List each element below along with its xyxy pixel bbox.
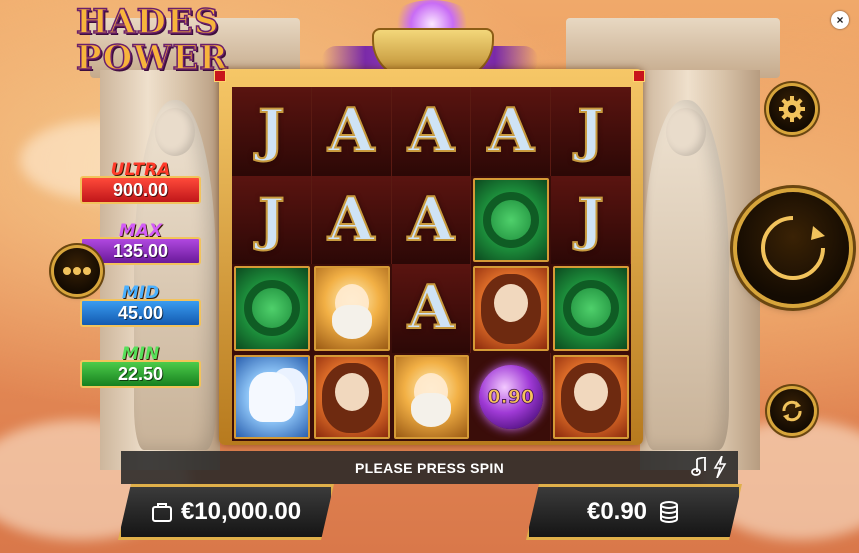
symbol-letter-j: J bbox=[232, 87, 312, 176]
frame-corner-left bbox=[214, 70, 226, 82]
snake-icon bbox=[563, 280, 620, 337]
jackpot-ultra: ULTRA 900.00 bbox=[80, 160, 201, 204]
jackpot-max-box: 135.00 bbox=[80, 237, 201, 265]
symbol-letter-a: A bbox=[391, 264, 472, 353]
bet-amount: €0.90 bbox=[586, 498, 648, 525]
dots-menu-icon bbox=[63, 267, 91, 275]
symbol-letter-a: A bbox=[471, 87, 552, 176]
symbol-letter-text: A bbox=[407, 184, 456, 255]
symbol-letter-text: J bbox=[576, 186, 604, 253]
symbol-letter-text: J bbox=[576, 98, 604, 165]
snake-icon bbox=[483, 191, 540, 248]
orb-icon: 0.90 bbox=[478, 364, 543, 429]
jackpot-max-value: 135.00 bbox=[112, 240, 169, 261]
symbol-letter-a: A bbox=[391, 87, 472, 176]
snake-icon bbox=[243, 280, 300, 337]
zeus-beard bbox=[411, 393, 452, 427]
frame-corner-right bbox=[633, 70, 645, 82]
jackpot-min-value: 22.50 bbox=[117, 363, 164, 384]
jackpot-mid: MID 45.00 bbox=[80, 283, 201, 327]
jackpot-ultra-label: ULTRA bbox=[110, 160, 171, 180]
symbol-letter-j: J bbox=[551, 175, 631, 264]
symbol-letter-a: A bbox=[311, 87, 392, 176]
jackpot-min: MIN 22.50 bbox=[80, 344, 201, 388]
jackpot-ultra-value: 900.00 bbox=[112, 179, 169, 200]
pegasus-icon bbox=[248, 371, 295, 422]
jackpot-mid-value: 45.00 bbox=[117, 302, 164, 323]
goddess-icon bbox=[574, 372, 609, 411]
goddess-icon bbox=[334, 372, 369, 411]
coins-icon bbox=[660, 501, 679, 523]
close-button[interactable]: × bbox=[831, 11, 849, 29]
jackpot-mid-box: 45.00 bbox=[80, 299, 201, 327]
music-note-icon[interactable] bbox=[691, 457, 707, 477]
symbol-letter-text: J bbox=[257, 98, 285, 165]
settings-button[interactable] bbox=[769, 86, 815, 132]
jackpot-min-box: 22.50 bbox=[80, 360, 201, 388]
symbol-letter-text: A bbox=[487, 96, 536, 167]
symbol-letter-text: A bbox=[327, 184, 376, 255]
balance-display: €10,000.00 bbox=[118, 484, 334, 540]
autoplay-button[interactable] bbox=[770, 389, 814, 433]
symbol-letter-a: A bbox=[391, 175, 472, 264]
status-message: PLEASE PRESS SPIN bbox=[354, 459, 505, 476]
gear-icon bbox=[779, 96, 805, 122]
spin-arrow-icon bbox=[761, 216, 825, 280]
symbol-goddess bbox=[313, 354, 390, 439]
symbol-letter-j: J bbox=[232, 175, 312, 264]
symbol-goddess bbox=[473, 266, 550, 351]
symbol-letter-a: A bbox=[311, 175, 392, 264]
symbol-goddess bbox=[553, 354, 629, 439]
symbol-snake bbox=[473, 177, 550, 262]
symbol-letter-text: J bbox=[257, 186, 285, 253]
symbol-snake bbox=[553, 266, 629, 351]
jackpot-max-label: MAX bbox=[118, 221, 163, 241]
logo-line-2: POWER bbox=[75, 38, 229, 78]
wallet-icon bbox=[151, 503, 172, 522]
left-statue bbox=[134, 100, 216, 450]
autoplay-icon bbox=[782, 400, 802, 422]
reel-grid: J A A A J J A A J A 0.90 bbox=[232, 87, 631, 441]
symbol-letter-j: J bbox=[551, 87, 631, 176]
orb-value: 0.90 bbox=[487, 385, 535, 408]
status-bar: PLEASE PRESS SPIN bbox=[121, 451, 738, 484]
spin-button[interactable] bbox=[737, 192, 849, 304]
symbol-zeus bbox=[313, 266, 390, 351]
symbol-letter-text: A bbox=[327, 96, 376, 167]
logo-line-1: HADES bbox=[75, 2, 220, 42]
bet-display[interactable]: €0.90 bbox=[526, 484, 742, 540]
zeus-beard bbox=[331, 304, 372, 339]
symbol-pegasus bbox=[234, 354, 310, 439]
jackpot-ultra-box: 900.00 bbox=[80, 176, 201, 204]
balance-amount: €10,000.00 bbox=[180, 498, 302, 525]
lightning-icon[interactable] bbox=[713, 456, 727, 478]
symbol-letter-text: A bbox=[407, 96, 456, 167]
symbol-zeus bbox=[393, 354, 470, 439]
jackpot-max: MAX 135.00 bbox=[80, 221, 201, 265]
jackpot-mid-label: MID bbox=[121, 283, 160, 303]
jackpot-min-label: MIN bbox=[121, 344, 160, 364]
symbol-letter-text: A bbox=[407, 273, 456, 344]
game-logo: HADES POWER bbox=[75, 2, 229, 80]
symbol-orb: 0.90 bbox=[471, 352, 552, 441]
symbol-snake bbox=[234, 266, 310, 351]
right-statue bbox=[643, 100, 729, 450]
